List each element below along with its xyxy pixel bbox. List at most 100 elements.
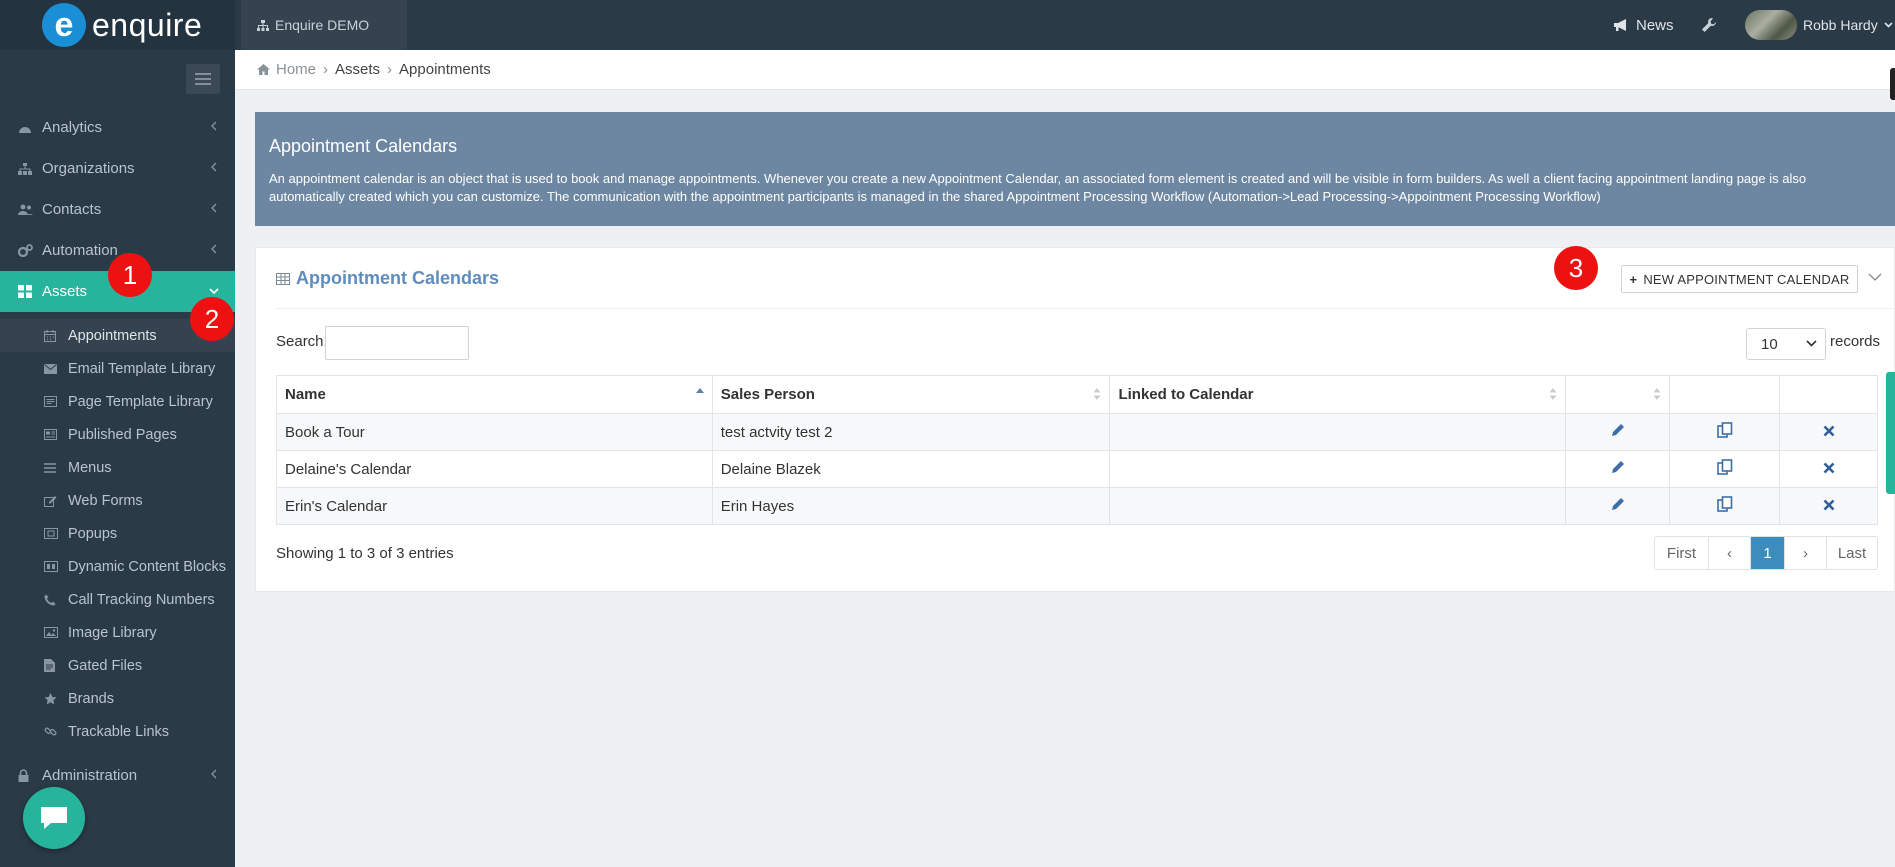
copy-cell bbox=[1669, 450, 1781, 488]
sidebar-subitem-call-tracking-numbers[interactable]: Call Tracking Numbers bbox=[0, 583, 235, 616]
megaphone-icon bbox=[1614, 19, 1626, 31]
divider bbox=[276, 308, 1895, 309]
column-header-linked-to-calendar[interactable]: Linked to Calendar bbox=[1109, 375, 1567, 414]
info-banner: Appointment Calendars An appointment cal… bbox=[255, 112, 1895, 226]
sidebar-subitem-label: Gated Files bbox=[68, 657, 143, 674]
sidebar-subitem-dynamic-content-blocks[interactable]: Dynamic Content Blocks bbox=[0, 550, 235, 583]
search-input[interactable] bbox=[325, 326, 469, 360]
chevron-left-icon bbox=[211, 244, 217, 254]
cogs-icon bbox=[18, 244, 33, 257]
scrollbar[interactable] bbox=[1886, 372, 1895, 494]
breadcrumb-appointments: Appointments bbox=[399, 61, 491, 78]
breadcrumb-home[interactable]: Home bbox=[257, 61, 316, 78]
breadcrumb: Home › Assets › Appointments bbox=[235, 50, 1895, 90]
column-header-label: Sales Person bbox=[720, 386, 815, 403]
column-header-name[interactable]: Name bbox=[276, 375, 713, 414]
banner-description: An appointment calendar is an object tha… bbox=[269, 171, 1807, 204]
breadcrumb-separator: › bbox=[387, 61, 393, 78]
calendars-panel: Appointment Calendars + NEW APPOINTMENT … bbox=[255, 247, 1895, 592]
sitemap-icon bbox=[18, 162, 32, 175]
sidebar-item-label: Contacts bbox=[42, 201, 102, 218]
sidebar-subitem-brands[interactable]: Brands bbox=[0, 682, 235, 715]
records-per-page-select[interactable]: 10 bbox=[1746, 328, 1826, 360]
chevron-down-icon bbox=[209, 288, 219, 295]
sidebar-subitem-label: Published Pages bbox=[68, 426, 177, 443]
chevron-down-icon bbox=[1884, 22, 1893, 28]
sidebar: Analytics Organizations Contacts Automat… bbox=[0, 50, 235, 867]
sidebar-item-contacts[interactable]: Contacts bbox=[0, 189, 235, 230]
sidebar-subitem-label: Image Library bbox=[68, 624, 157, 641]
pencil-icon[interactable] bbox=[1611, 497, 1625, 511]
sidebar-toggle-button[interactable] bbox=[186, 64, 220, 94]
collapse-chevron-icon[interactable] bbox=[1868, 273, 1882, 281]
column-header-sales-person[interactable]: Sales Person bbox=[711, 375, 1111, 414]
phone-icon bbox=[44, 594, 56, 605]
sidebar-subitem-email-template-library[interactable]: Email Template Library bbox=[0, 352, 235, 385]
cell-name: Book a Tour bbox=[276, 413, 713, 451]
grid-icon bbox=[18, 285, 32, 298]
cell-name: Delaine's Calendar bbox=[276, 450, 713, 488]
delete-cell bbox=[1779, 450, 1878, 488]
sidebar-subitem-image-library[interactable]: Image Library bbox=[0, 616, 235, 649]
sidebar-item-analytics[interactable]: Analytics bbox=[0, 107, 235, 148]
news-link[interactable]: News bbox=[1613, 0, 1674, 50]
sidebar-subitem-published-pages[interactable]: Published Pages bbox=[0, 418, 235, 451]
pencil-icon[interactable] bbox=[1611, 423, 1625, 437]
column-header-edit[interactable] bbox=[1565, 375, 1671, 414]
logo[interactable]: e enquire bbox=[0, 0, 235, 50]
sidebar-item-organizations[interactable]: Organizations bbox=[0, 148, 235, 189]
link-icon bbox=[44, 727, 57, 736]
sidebar-subitem-popups[interactable]: Popups bbox=[0, 517, 235, 550]
column-header-label: Linked to Calendar bbox=[1118, 386, 1254, 403]
account-tab[interactable]: Enquire DEMO bbox=[241, 0, 407, 50]
cell-linked bbox=[1109, 450, 1567, 488]
logo-mark: e bbox=[42, 3, 86, 47]
sidebar-subitem-label: Dynamic Content Blocks bbox=[68, 558, 226, 575]
logo-text: enquire bbox=[92, 6, 203, 43]
close-icon[interactable] bbox=[1823, 462, 1835, 474]
delete-cell bbox=[1779, 413, 1878, 451]
new-appointment-calendar-button[interactable]: + NEW APPOINTMENT CALENDAR bbox=[1621, 265, 1858, 293]
sidebar-item-label: Organizations bbox=[42, 160, 135, 177]
sidebar-subitem-web-forms[interactable]: Web Forms bbox=[0, 484, 235, 517]
dashboard-icon bbox=[19, 126, 31, 133]
hamburger-icon bbox=[195, 73, 211, 85]
close-icon[interactable] bbox=[1823, 425, 1835, 437]
file-icon bbox=[44, 659, 55, 672]
calendars-table: Name Sales Person Linked to Calendar Boo… bbox=[276, 375, 1878, 525]
pencil-icon[interactable] bbox=[1611, 460, 1625, 474]
edge-tab[interactable] bbox=[1890, 68, 1895, 100]
sidebar-item-administration[interactable]: Administration bbox=[0, 755, 235, 796]
sidebar-subitem-gated-files[interactable]: Gated Files bbox=[0, 649, 235, 682]
table-info: Showing 1 to 3 of 3 entries bbox=[276, 545, 454, 562]
cell-name: Erin's Calendar bbox=[276, 487, 713, 525]
sidebar-subitem-label: Brands bbox=[68, 690, 114, 707]
pagination-next[interactable]: › bbox=[1784, 537, 1826, 569]
sitemap-icon bbox=[257, 19, 269, 31]
sidebar-subitem-label: Appointments bbox=[68, 327, 157, 344]
sidebar-subitem-label: Call Tracking Numbers bbox=[68, 591, 215, 608]
sidebar-subitem-trackable-links[interactable]: Trackable Links bbox=[0, 715, 235, 748]
copy-icon[interactable] bbox=[1716, 496, 1733, 512]
copy-icon[interactable] bbox=[1716, 459, 1733, 475]
sidebar-subitem-menus[interactable]: Menus bbox=[0, 451, 235, 484]
edit-icon bbox=[44, 495, 57, 507]
breadcrumb-assets[interactable]: Assets bbox=[335, 61, 380, 78]
top-bar: e enquire Enquire DEMO News Robb Hardy bbox=[0, 0, 1895, 50]
sidebar-subitem-page-template-library[interactable]: Page Template Library bbox=[0, 385, 235, 418]
column-header-copy bbox=[1669, 375, 1781, 414]
breadcrumb-separator: › bbox=[323, 61, 329, 78]
envelope-icon bbox=[44, 363, 57, 374]
pagination-prev[interactable]: ‹ bbox=[1708, 537, 1750, 569]
sort-asc-icon bbox=[695, 388, 704, 393]
chat-button[interactable] bbox=[23, 787, 85, 849]
wrench-icon[interactable] bbox=[1701, 17, 1717, 33]
pagination-page-1[interactable]: 1 bbox=[1750, 537, 1784, 569]
copy-icon[interactable] bbox=[1716, 422, 1733, 438]
pagination-first[interactable]: First bbox=[1655, 537, 1708, 569]
user-menu[interactable]: Robb Hardy bbox=[1745, 0, 1893, 50]
pagination-last[interactable]: Last bbox=[1826, 537, 1877, 569]
delete-cell bbox=[1779, 487, 1878, 525]
sidebar-item-label: Administration bbox=[42, 767, 138, 784]
close-icon[interactable] bbox=[1823, 499, 1835, 511]
